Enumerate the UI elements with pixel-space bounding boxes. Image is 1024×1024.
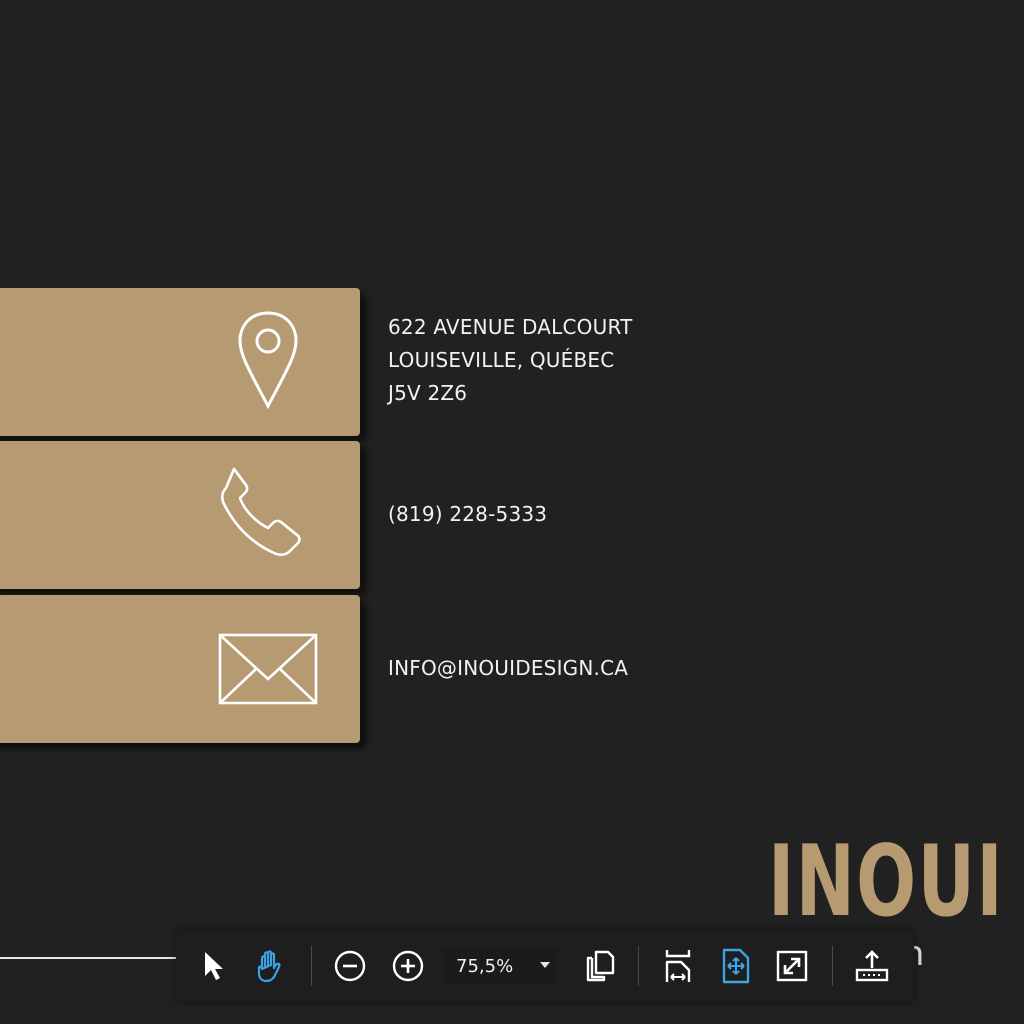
expand-icon — [776, 950, 808, 982]
page-view-button[interactable] — [582, 948, 618, 984]
email-address: INFO@INOUIDESIGN.CA — [388, 656, 629, 680]
zoom-out-icon — [334, 950, 366, 982]
address-card — [0, 288, 360, 436]
phone-text: (819) 228-5333 — [388, 498, 547, 531]
viewer-toolbar: 75,5% — [176, 930, 914, 1002]
upload-icon — [855, 950, 889, 982]
brand-logo: INOUI sign — [768, 825, 1024, 974]
phone-number: (819) 228-5333 — [388, 502, 548, 526]
divider-line — [0, 957, 178, 959]
toolbar-separator — [311, 946, 312, 986]
zoom-out-button[interactable] — [332, 948, 368, 984]
zoom-in-icon — [392, 950, 424, 982]
address-line-1: 622 AVENUE DALCOURT — [388, 315, 633, 339]
email-card — [0, 595, 360, 743]
toolbar-separator — [638, 946, 639, 986]
select-tool-button[interactable] — [196, 948, 232, 984]
phone-icon — [220, 467, 301, 557]
fit-width-button[interactable] — [660, 948, 696, 984]
toolbar-separator — [832, 946, 833, 986]
document-page: 622 AVENUE DALCOURT LOUISEVILLE, QUÉBEC … — [0, 0, 1024, 1024]
address-text: 622 AVENUE DALCOURT LOUISEVILLE, QUÉBEC … — [388, 311, 633, 410]
cursor-icon — [205, 952, 223, 980]
pages-icon — [586, 950, 615, 982]
envelope-icon — [218, 633, 318, 705]
full-screen-button[interactable] — [774, 948, 810, 984]
share-button[interactable] — [854, 948, 890, 984]
address-line-2: LOUISEVILLE, QUÉBEC — [388, 348, 615, 372]
logo-wordmark: INOUI — [768, 825, 1005, 939]
zoom-in-button[interactable] — [390, 948, 426, 984]
zoom-level-select[interactable]: 75,5% — [442, 948, 558, 984]
hand-icon — [257, 950, 281, 983]
fit-width-icon — [665, 950, 691, 982]
fit-page-icon — [722, 948, 750, 984]
zoom-level-value: 75,5% — [456, 955, 514, 977]
chevron-down-icon — [540, 962, 550, 968]
address-line-3: J5V 2Z6 — [388, 381, 468, 405]
phone-card — [0, 441, 360, 589]
location-pin-icon — [238, 311, 298, 410]
fit-page-button[interactable] — [718, 948, 754, 984]
hand-tool-button[interactable] — [252, 948, 288, 984]
email-text: INFO@INOUIDESIGN.CA — [388, 652, 628, 685]
